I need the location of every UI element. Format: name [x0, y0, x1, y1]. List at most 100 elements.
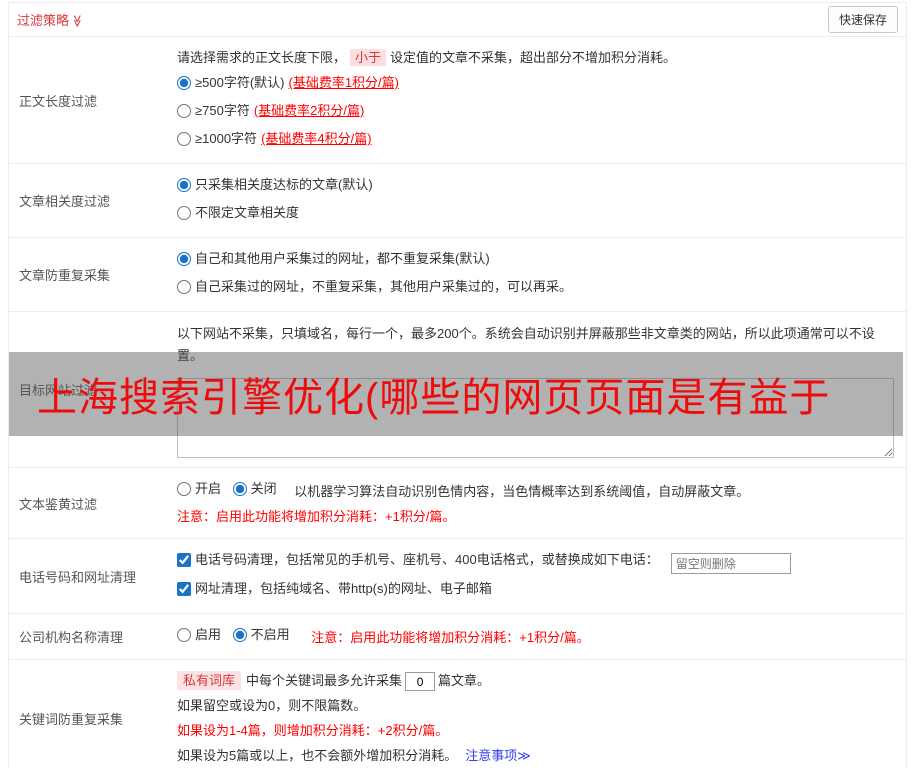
keyword-limit-line: 私有词库中每个关键词最多允许采集篇文章。 — [177, 671, 898, 691]
row-company: 公司机构名称清理 启用 不启用 注意：启用此功能将增加积分消耗：+1积分/篇。 — [9, 614, 906, 660]
phone-clean-line: 电话号码清理，包括常见的手机号、座机号、400电话格式，或替换成如下电话： — [177, 550, 898, 574]
keyword-content: 私有词库中每个关键词最多允许采集篇文章。 如果留空或设为0，则不限篇数。 如果设… — [177, 660, 906, 768]
url-clean-line: 网址清理，包括纯域名、带http(s)的网址、电子邮箱 — [177, 579, 898, 602]
dedupe-radio-self[interactable] — [177, 280, 191, 294]
dedupe-option-line-2: 自己采集过的网址，不重复采集，其他用户采集过的，可以再采。 — [177, 277, 898, 300]
porn-filter-content: 开启 关闭 以机器学习算法自动识别色情内容，当色情概率达到系统阈值，自动屏蔽文章… — [177, 468, 906, 538]
keyword-label: 关键词防重复采集 — [9, 660, 177, 768]
row-dedupe: 文章防重复采集 自己和其他用户采集过的网址，都不重复采集(默认) 自己采集过的网… — [9, 238, 906, 312]
company-radio-on[interactable] — [177, 628, 191, 642]
excluded-sites-textarea[interactable] — [177, 378, 894, 458]
porn-filter-off-label: 关闭 — [251, 479, 277, 499]
porn-filter-desc: 以机器学习算法自动识别色情内容，当色情概率达到系统阈值，自动屏蔽文章。 — [294, 484, 749, 499]
relevance-radio-any[interactable] — [177, 206, 191, 220]
row-keyword: 关键词防重复采集 私有词库中每个关键词最多允许采集篇文章。 如果留空或设为0，则… — [9, 660, 906, 768]
dedupe-content: 自己和其他用户采集过的网址，都不重复采集(默认) 自己采集过的网址，不重复采集，… — [177, 238, 906, 311]
row-relevance: 文章相关度过滤 只采集相关度达标的文章(默认) 不限定文章相关度 — [9, 164, 906, 238]
porn-filter-radio-on[interactable] — [177, 482, 191, 496]
porn-filter-radio-off[interactable] — [233, 482, 247, 496]
filter-strategy-panel: 过滤策略≫ 快速保存 正文长度过滤 请选择需求的正文长度下限， 小于设定值的文章不… — [8, 2, 907, 768]
dedupe-option-self-label: 自己采集过的网址，不重复采集，其他用户采集过的，可以再采。 — [195, 277, 572, 297]
target-site-label: 目标网站过滤 — [9, 312, 177, 467]
phone-clean-option[interactable]: 电话号码清理，包括常见的手机号、座机号、400电话格式，或替换成如下电话： — [177, 550, 659, 570]
page-title[interactable]: 过滤策略≫ — [17, 10, 84, 29]
company-option-on[interactable]: 启用 — [177, 625, 221, 645]
relevance-option-line-1: 只采集相关度达标的文章(默认) — [177, 175, 898, 198]
length-option-500-label: ≥500字符(默认) — [195, 73, 284, 93]
intro-text-pre: 请选择需求的正文长度下限， — [177, 50, 346, 65]
content-length-content: 请选择需求的正文长度下限， 小于设定值的文章不采集，超出部分不增加积分消耗。 ≥5… — [177, 37, 906, 163]
dedupe-option-line-1: 自己和其他用户采集过的网址，都不重复采集(默认) — [177, 249, 898, 272]
porn-filter-option-on[interactable]: 开启 — [177, 479, 221, 499]
row-phone-url: 电话号码和网址清理 电话号码清理，包括常见的手机号、座机号、400电话格式，或替… — [9, 539, 906, 614]
row-porn-filter: 文本鉴黄过滤 开启 关闭 以机器学习算法自动识别色情内容，当色情概率达到系统阈值… — [9, 468, 906, 539]
relevance-option-strict[interactable]: 只采集相关度达标的文章(默认) — [177, 175, 373, 195]
dedupe-radio-global[interactable] — [177, 252, 191, 266]
company-radio-off[interactable] — [233, 628, 247, 642]
replacement-phone-input[interactable] — [671, 553, 791, 574]
length-option-750[interactable]: ≥750字符 (基础费率2积分/篇) — [177, 101, 364, 121]
length-option-500-note: (基础费率1积分/篇) — [288, 73, 399, 93]
content-length-intro: 请选择需求的正文长度下限， 小于设定值的文章不采集，超出部分不增加积分消耗。 — [177, 48, 898, 68]
page-title-text: 过滤策略 — [17, 13, 69, 28]
length-option-line-500: ≥500字符(默认) (基础费率1积分/篇) — [177, 73, 898, 96]
length-option-line-1000: ≥1000字符 (基础费率4积分/篇) — [177, 129, 898, 152]
length-radio-500[interactable] — [177, 76, 191, 90]
company-note: 注意：启用此功能将增加积分消耗：+1积分/篇。 — [311, 630, 589, 645]
relevance-option-any[interactable]: 不限定文章相关度 — [177, 203, 299, 223]
content-length-label: 正文长度过滤 — [9, 37, 177, 163]
porn-filter-option-off[interactable]: 关闭 — [233, 479, 277, 499]
keyword-limit-text: 中每个关键词最多允许采集 — [246, 673, 402, 688]
length-option-500[interactable]: ≥500字符(默认) (基础费率1积分/篇) — [177, 73, 399, 93]
target-site-desc: 以下网站不采集，只填域名，每行一个，最多200个。系统会自动识别并屏蔽那些非文章… — [177, 323, 898, 367]
keyword-note-five: 如果设为5篇或以上，也不会额外增加积分消耗。 — [177, 748, 457, 763]
porn-filter-note: 注意：启用此功能将增加积分消耗：+1积分/篇。 — [177, 507, 898, 527]
relevance-content: 只采集相关度达标的文章(默认) 不限定文章相关度 — [177, 164, 906, 237]
length-option-1000[interactable]: ≥1000字符 (基础费率4积分/篇) — [177, 129, 372, 149]
phone-url-content: 电话号码清理，包括常见的手机号、座机号、400电话格式，或替换成如下电话： 网址… — [177, 539, 906, 613]
length-option-1000-label: ≥1000字符 — [195, 129, 257, 149]
row-content-length: 正文长度过滤 请选择需求的正文长度下限， 小于设定值的文章不采集，超出部分不增加积… — [9, 37, 906, 164]
panel-header: 过滤策略≫ 快速保存 — [9, 3, 906, 37]
relevance-option-strict-label: 只采集相关度达标的文章(默认) — [195, 175, 373, 195]
dedupe-option-global[interactable]: 自己和其他用户采集过的网址，都不重复采集(默认) — [177, 249, 490, 269]
company-option-off[interactable]: 不启用 — [233, 625, 290, 645]
url-clean-checkbox[interactable] — [177, 582, 191, 596]
target-site-content: 以下网站不采集，只填域名，每行一个，最多200个。系统会自动识别并屏蔽那些非文章… — [177, 312, 906, 467]
length-radio-750[interactable] — [177, 104, 191, 118]
intro-text-post: 设定值的文章不采集，超出部分不增加积分消耗。 — [390, 50, 676, 65]
relevance-option-line-2: 不限定文章相关度 — [177, 203, 898, 226]
keyword-note-five-line: 如果设为5篇或以上，也不会额外增加积分消耗。注意事项≫ — [177, 746, 898, 766]
company-off-label: 不启用 — [251, 625, 290, 645]
company-label: 公司机构名称清理 — [9, 614, 177, 659]
phone-url-label: 电话号码和网址清理 — [9, 539, 177, 613]
keyword-note-cost: 如果设为1-4篇，则增加积分消耗：+2积分/篇。 — [177, 721, 898, 741]
length-radio-1000[interactable] — [177, 132, 191, 146]
length-option-750-note: (基础费率2积分/篇) — [254, 101, 365, 121]
dedupe-option-global-label: 自己和其他用户采集过的网址，都不重复采集(默认) — [195, 249, 490, 269]
url-clean-option[interactable]: 网址清理，包括纯域名、带http(s)的网址、电子邮箱 — [177, 579, 492, 599]
less-than-highlight: 小于 — [350, 49, 386, 66]
length-option-750-label: ≥750字符 — [195, 101, 250, 121]
company-options-line: 启用 不启用 注意：启用此功能将增加积分消耗：+1积分/篇。 — [177, 625, 898, 648]
quick-save-button[interactable]: 快速保存 — [828, 6, 898, 33]
filter-strategy-page: 过滤策略≫ 快速保存 正文长度过滤 请选择需求的正文长度下限， 小于设定值的文章不… — [0, 0, 912, 768]
relevance-label: 文章相关度过滤 — [9, 164, 177, 237]
phone-clean-text: 电话号码清理，包括常见的手机号、座机号、400电话格式，或替换成如下电话： — [195, 550, 659, 570]
collapse-chevron-icon: ≫ — [70, 15, 84, 28]
notice-link[interactable]: 注意事项≫ — [465, 748, 531, 763]
phone-clean-checkbox[interactable] — [177, 553, 191, 567]
length-option-line-750: ≥750字符 (基础费率2积分/篇) — [177, 101, 898, 124]
dedupe-label: 文章防重复采集 — [9, 238, 177, 311]
porn-filter-on-label: 开启 — [195, 479, 221, 499]
row-target-site: 目标网站过滤 以下网站不采集，只填域名，每行一个，最多200个。系统会自动识别并… — [9, 312, 906, 468]
keyword-note-zero: 如果留空或设为0，则不限篇数。 — [177, 696, 898, 716]
dedupe-option-self[interactable]: 自己采集过的网址，不重复采集，其他用户采集过的，可以再采。 — [177, 277, 572, 297]
company-content: 启用 不启用 注意：启用此功能将增加积分消耗：+1积分/篇。 — [177, 614, 906, 659]
relevance-radio-strict[interactable] — [177, 178, 191, 192]
private-lexicon-badge: 私有词库 — [177, 671, 241, 690]
url-clean-text: 网址清理，包括纯域名、带http(s)的网址、电子邮箱 — [195, 579, 492, 599]
keyword-limit-input[interactable] — [405, 672, 435, 691]
length-option-1000-note: (基础费率4积分/篇) — [261, 129, 372, 149]
porn-filter-options-line: 开启 关闭 以机器学习算法自动识别色情内容，当色情概率达到系统阈值，自动屏蔽文章… — [177, 479, 898, 502]
